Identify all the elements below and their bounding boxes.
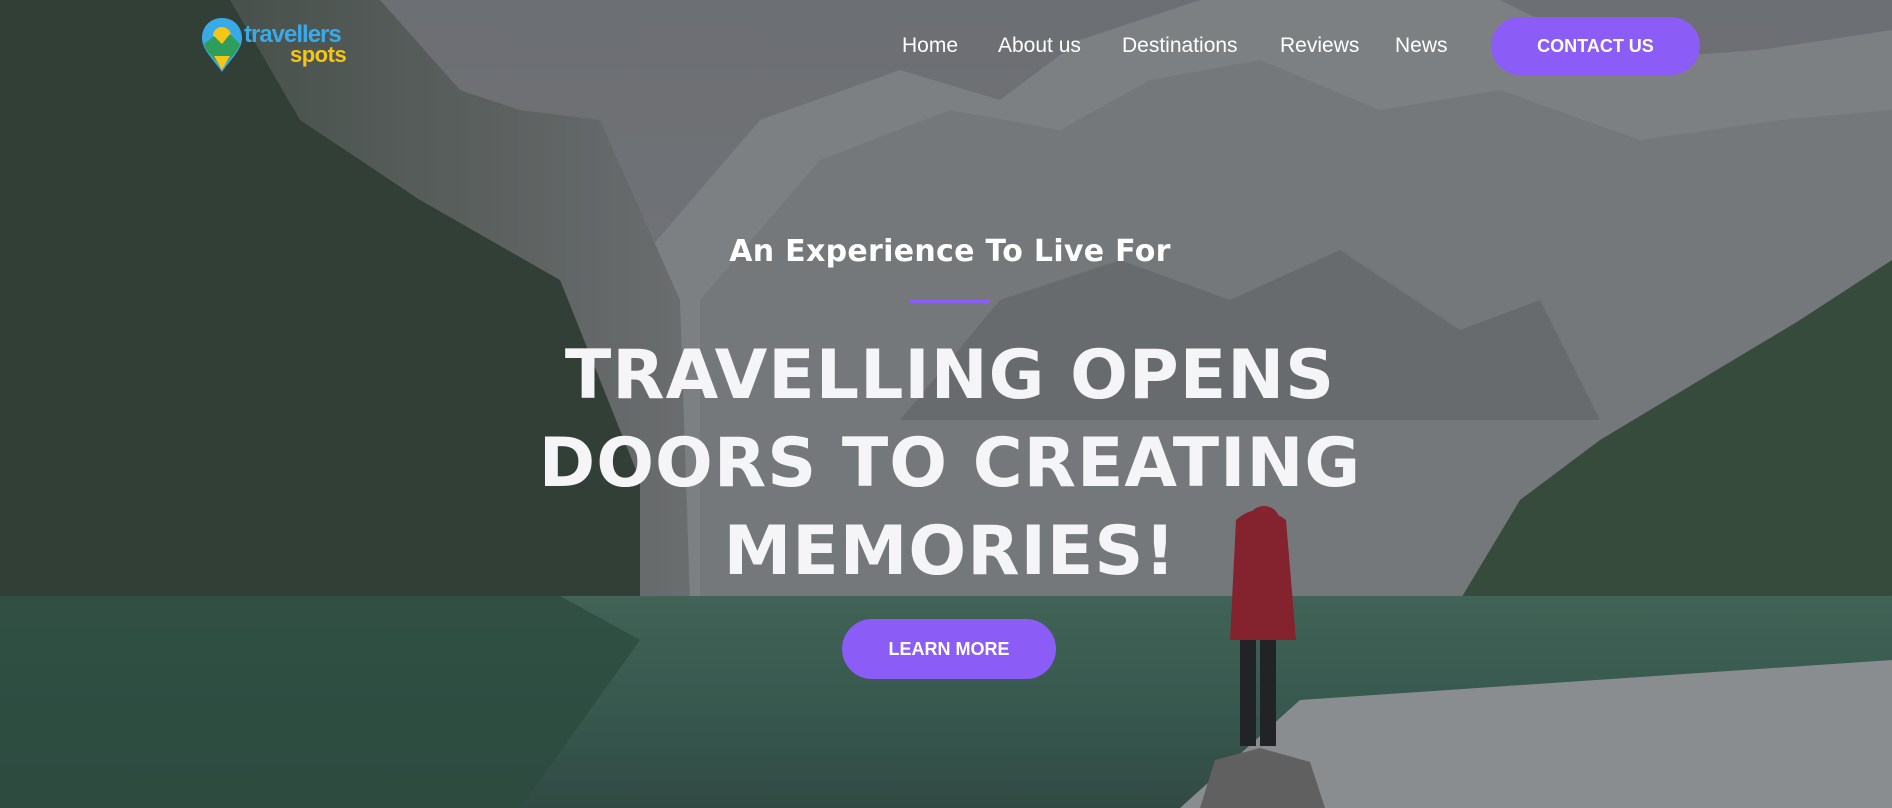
hero-tagline: An Experience To Live For (729, 234, 1171, 269)
nav-item-about-us[interactable]: About us (998, 34, 1081, 58)
hero-headline: TRAVELLING OPENS DOORS TO CREATING MEMOR… (446, 332, 1454, 596)
nav-item-reviews[interactable]: Reviews (1280, 34, 1359, 58)
tagline-divider (910, 300, 990, 303)
learn-more-button[interactable]: LEARN MORE (842, 619, 1056, 679)
headline-line-3: MEMORIES! (723, 512, 1177, 591)
contact-us-button[interactable]: CONTACT US (1491, 17, 1700, 75)
nav-item-home[interactable]: Home (902, 34, 958, 58)
headline-line-2: DOORS TO CREATING (538, 424, 1362, 503)
hero-section: travellers spots Home About us Destinati… (0, 0, 1892, 808)
nav-item-news[interactable]: News (1395, 34, 1448, 58)
nav-item-destinations[interactable]: Destinations (1122, 34, 1238, 58)
headline-line-1: TRAVELLING OPENS (564, 336, 1336, 415)
